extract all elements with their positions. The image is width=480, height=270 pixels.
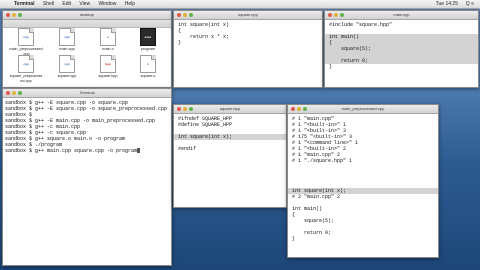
window-title: square.cpp [238,12,258,17]
file-name: program [140,47,156,51]
close-button[interactable] [328,13,332,17]
finder-toolbar [3,20,171,28]
object-file-icon: o [140,55,156,73]
square-hpp-window: square.hpp #ifndef SQUARE_HPP #define SQ… [173,104,287,208]
finder-window: desktop cpp main_preprocessed.cpp cpp ma… [2,10,172,88]
zoom-button[interactable] [18,13,22,17]
close-button[interactable] [291,107,295,111]
minimize-button[interactable] [183,107,187,111]
close-button[interactable] [6,13,10,17]
file-icon-item[interactable]: cpp main_preprocessed.cpp [9,28,43,56]
code-editor[interactable]: int square(int x) { return x * x; } [174,20,322,46]
menu-bar: Terminal Shell Edit View Window Help Tue… [0,0,480,9]
editor-titlebar[interactable]: square.hpp [174,105,286,114]
zoom-button[interactable] [340,13,344,17]
code-line: #endif [178,146,197,152]
window-title: Terminal [79,90,95,95]
code-line: } [178,40,182,46]
close-button[interactable] [177,107,181,111]
menubar-clock[interactable]: Tue 14:25 [436,0,458,8]
cpp-file-icon: cpp [18,55,34,73]
cpp-file-icon: cpp [18,28,34,46]
terminal-titlebar[interactable]: Terminal [3,89,171,98]
file-name: square.o [140,74,156,78]
zoom-button[interactable] [303,107,307,111]
main-cpp-window: main.cpp #include "square.hpp" int main(… [324,10,479,88]
menu-help[interactable]: Help [125,1,135,7]
minimize-button[interactable] [12,13,16,17]
menu-app-terminal[interactable]: Terminal [14,1,34,7]
file-icon-item[interactable]: cpp square.cpp [50,55,84,79]
zoom-button[interactable] [18,91,22,95]
terminal-line: sandbox $ g++ main.cpp square.cpp -o pro… [3,148,171,154]
terminal-prompt-line: sandbox $ g++ main.cpp square.cpp -o pro… [5,148,138,154]
zoom-button[interactable] [189,107,193,111]
menu-view[interactable]: View [79,1,90,7]
editor-titlebar[interactable]: main.cpp [325,11,478,20]
executable-file-icon: exec [140,28,156,46]
code-editor[interactable]: # 1 "main.cpp" # 1 "<built-in>" 1 # 1 "<… [288,114,438,242]
file-icon-item[interactable]: o main.o [91,28,125,52]
minimize-button[interactable] [12,91,16,95]
close-button[interactable] [177,13,181,17]
window-title: main_preprocessed.cpp [341,106,385,111]
terminal-window: Terminal sandbox $ g++ -E square.cpp -o … [2,88,172,266]
square-cpp-window: square.cpp int square(int x) { return x … [173,10,323,88]
file-icon-item[interactable]: cpp main.cpp [50,28,84,52]
header-file-icon: hpp [100,55,116,73]
file-icon-item[interactable]: o square.o [131,55,165,79]
code-line: } [329,64,333,70]
file-name: square.hpp [98,74,118,78]
menu-edit[interactable]: Edit [62,1,71,7]
text-cursor [137,148,141,154]
window-title: desktop [79,12,94,17]
file-icon-item[interactable]: hpp square.hpp [91,55,125,79]
menu-shell[interactable]: Shell [43,1,54,7]
file-name: square.cpp [57,74,77,78]
menu-window[interactable]: Window [99,1,117,7]
file-name: main.o [102,47,114,51]
minimize-button[interactable] [334,13,338,17]
window-title: square.hpp [219,106,240,111]
file-name: square_preprocessed.cpp [9,74,43,83]
spotlight-icon[interactable]: Q ≡ [466,0,474,8]
code-editor[interactable]: #include "square.hpp" int main() { squar… [325,20,478,70]
file-name: main.cpp [59,47,75,51]
object-file-icon: o [100,28,116,46]
editor-titlebar[interactable]: main_preprocessed.cpp [288,105,438,114]
cpp-file-icon: cpp [59,55,75,73]
code-editor[interactable]: #ifndef SQUARE_HPP #define SQUARE_HPP in… [174,114,286,152]
code-line: } [292,236,296,242]
main-preprocessed-window: main_preprocessed.cpp # 1 "main.cpp" # 1… [287,104,439,258]
cpp-file-icon: cpp [59,28,75,46]
close-button[interactable] [6,91,10,95]
editor-titlebar[interactable]: square.cpp [174,11,322,20]
file-icon-item[interactable]: exec program [131,28,165,52]
file-icon-item[interactable]: cpp square_preprocessed.cpp [9,55,43,83]
minimize-button[interactable] [183,13,187,17]
window-title: main.cpp [393,12,410,17]
finder-titlebar[interactable]: desktop [3,11,171,20]
zoom-button[interactable] [189,13,193,17]
terminal-output[interactable]: sandbox $ g++ -E square.cpp -o square.cp… [3,98,171,154]
minimize-button[interactable] [297,107,301,111]
